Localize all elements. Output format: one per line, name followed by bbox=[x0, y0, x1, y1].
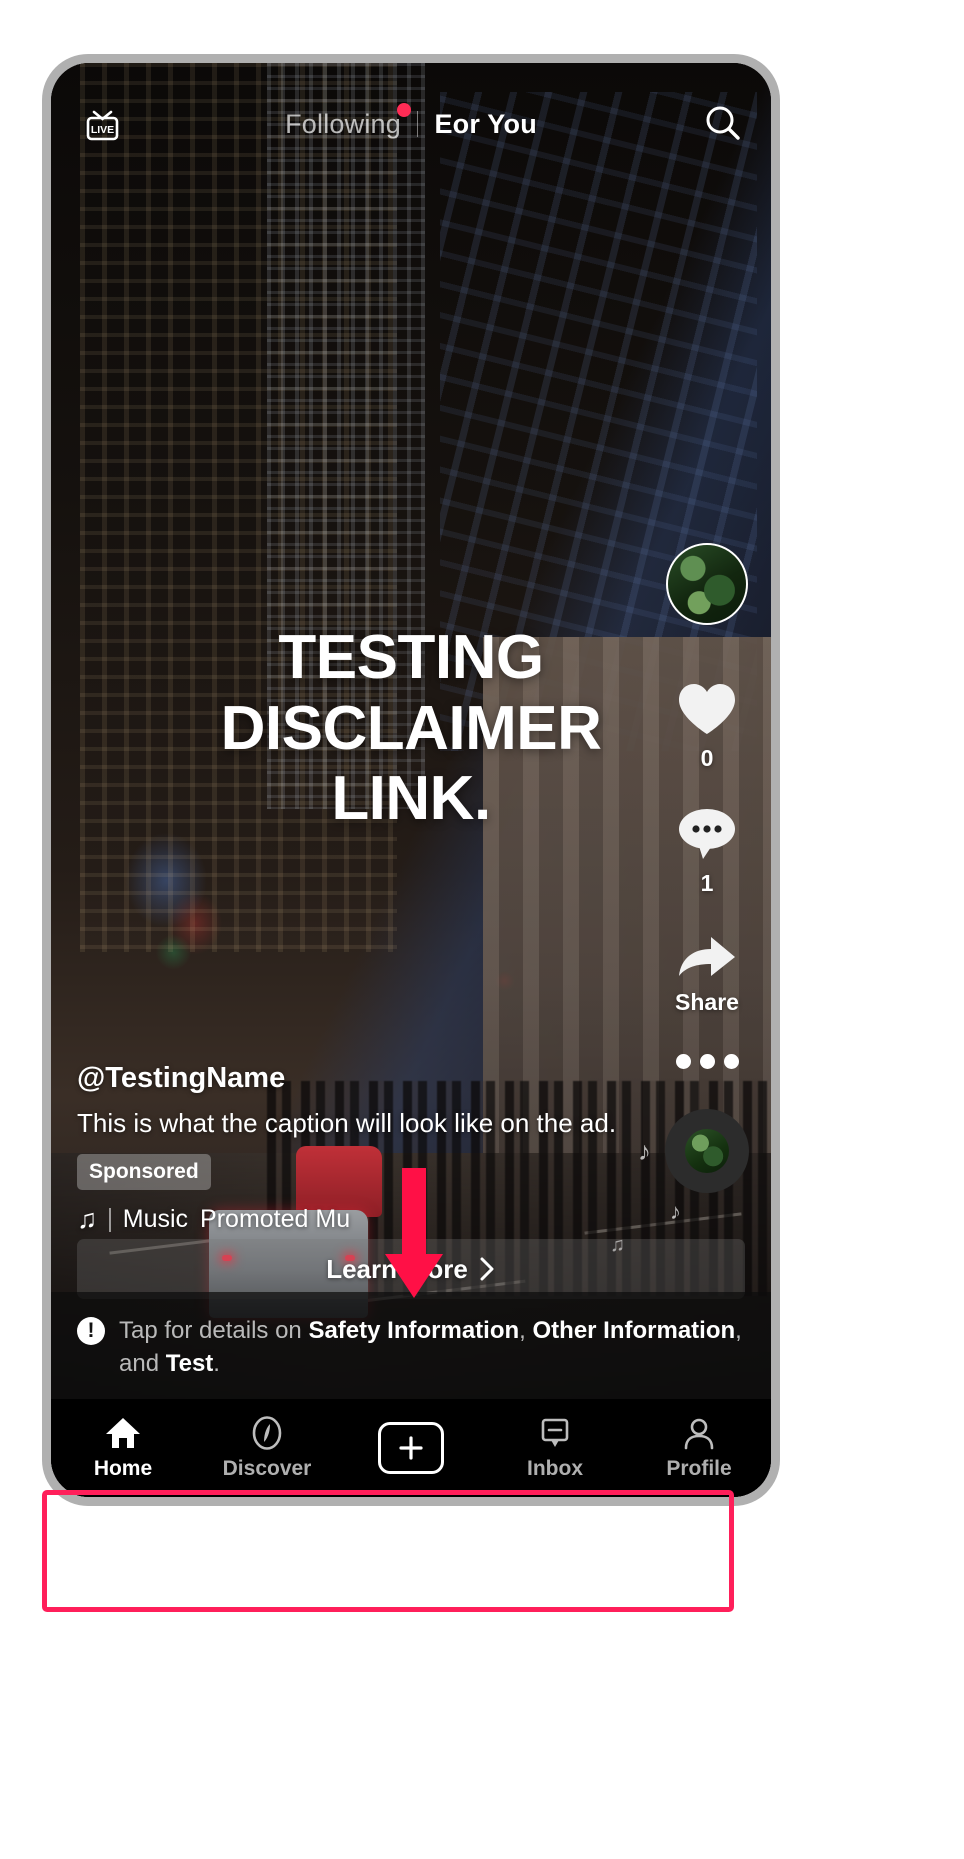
share-button[interactable]: Share bbox=[673, 931, 741, 1016]
chevron-right-icon bbox=[480, 1257, 494, 1281]
avatar-button[interactable] bbox=[666, 543, 748, 625]
tab-for-you[interactable]: Eor You bbox=[418, 109, 552, 140]
music-divider bbox=[109, 1207, 111, 1232]
sponsored-badge: Sponsored bbox=[77, 1154, 211, 1190]
feed-tabs: Following Eor You bbox=[129, 102, 693, 140]
annotation-highlight-box bbox=[42, 1490, 734, 1612]
plus-button[interactable] bbox=[378, 1422, 444, 1474]
creative-line-1: TESTING bbox=[278, 623, 544, 692]
more-options-button[interactable] bbox=[675, 1054, 739, 1069]
music-row[interactable]: ♫ Music Promoted Mu bbox=[77, 1204, 617, 1235]
music-note-float-icon: ♪ bbox=[670, 1199, 681, 1224]
disclaimer-link-other[interactable]: Other Information bbox=[533, 1317, 736, 1344]
tab-discover-label: Discover bbox=[222, 1457, 312, 1480]
avatar bbox=[666, 543, 748, 625]
home-icon bbox=[106, 1418, 140, 1448]
tab-profile-label: Profile bbox=[666, 1457, 732, 1480]
search-icon bbox=[706, 106, 740, 140]
following-badge-dot bbox=[396, 102, 411, 117]
phone-device-frame: LIVE Following Eor You TESTING DISCLAIME… bbox=[42, 54, 780, 1506]
plus-icon bbox=[399, 1436, 423, 1460]
top-navigation-bar: LIVE Following Eor You bbox=[51, 99, 771, 149]
inbox-icon bbox=[541, 1418, 569, 1447]
more-dots-icon bbox=[723, 1054, 739, 1069]
disclaimer-text: Tap for details on Safety Information, O… bbox=[119, 1314, 745, 1381]
tab-inbox-label: Inbox bbox=[527, 1457, 583, 1480]
music-disc-button[interactable] bbox=[665, 1109, 749, 1193]
music-disc-icon bbox=[685, 1129, 729, 1173]
music-note-float-icon: ♪ bbox=[638, 1136, 651, 1166]
comment-bubble-icon bbox=[679, 809, 735, 859]
disclaimer-suffix: . bbox=[213, 1350, 220, 1378]
tab-profile[interactable]: Profile bbox=[627, 1415, 771, 1481]
creative-line-3: LINK. bbox=[331, 764, 491, 834]
tab-home-label: Home bbox=[93, 1457, 153, 1480]
share-label: Share bbox=[675, 989, 739, 1015]
disclaimer-link-safety[interactable]: Safety Information bbox=[308, 1317, 519, 1344]
tab-following-label: Following bbox=[285, 108, 401, 139]
tab-home[interactable]: Home bbox=[51, 1415, 195, 1481]
screenshot-root: LIVE Following Eor You TESTING DISCLAIME… bbox=[0, 0, 964, 1859]
action-rail: 0 1 Share bbox=[661, 543, 753, 1193]
bottom-tab-bar: Home Discover Inbox Profile bbox=[51, 1399, 771, 1497]
live-icon: LIVE bbox=[86, 110, 119, 141]
more-dots-icon bbox=[699, 1054, 715, 1069]
music-note-icon: ♫ bbox=[77, 1204, 98, 1234]
tab-create[interactable] bbox=[339, 1422, 483, 1474]
music-title: Promoted Mu bbox=[200, 1205, 351, 1233]
cta-label: Learn more bbox=[326, 1253, 468, 1284]
like-button[interactable]: 0 bbox=[675, 681, 739, 772]
comment-count: 1 bbox=[700, 870, 714, 896]
creative-line-2: DISCLAIMER bbox=[220, 693, 602, 763]
video-info-block: @TestingName This is what the caption wi… bbox=[77, 1062, 617, 1235]
disclaimer-bar[interactable]: ! Tap for details on Safety Information,… bbox=[51, 1291, 771, 1399]
compass-icon bbox=[252, 1416, 282, 1450]
more-dots-icon bbox=[675, 1054, 691, 1069]
live-button[interactable]: LIVE bbox=[77, 102, 129, 146]
disclaimer-sep-1: , bbox=[519, 1316, 533, 1344]
svg-text:LIVE: LIVE bbox=[91, 124, 114, 136]
disclaimer-link-test[interactable]: Test bbox=[166, 1350, 214, 1377]
person-icon bbox=[684, 1418, 714, 1450]
like-count: 0 bbox=[700, 745, 714, 771]
tab-discover[interactable]: Discover bbox=[195, 1415, 339, 1481]
heart-icon bbox=[679, 684, 735, 734]
tab-inbox[interactable]: Inbox bbox=[483, 1415, 627, 1481]
phone-screen: LIVE Following Eor You TESTING DISCLAIME… bbox=[51, 63, 771, 1497]
share-arrow-icon bbox=[679, 937, 735, 976]
music-label: Music bbox=[122, 1205, 189, 1233]
video-caption: This is what the caption will look like … bbox=[77, 1108, 617, 1139]
search-button[interactable] bbox=[693, 102, 745, 146]
learn-more-cta-button[interactable]: Learn more bbox=[77, 1239, 745, 1299]
tab-following[interactable]: Following bbox=[269, 102, 417, 140]
comment-button[interactable]: 1 bbox=[675, 806, 739, 897]
author-handle[interactable]: @TestingName bbox=[77, 1062, 617, 1095]
exclamation-icon: ! bbox=[77, 1316, 105, 1345]
disclaimer-prefix: Tap for details on bbox=[119, 1316, 309, 1344]
tab-for-you-label: Eor You bbox=[434, 108, 537, 139]
